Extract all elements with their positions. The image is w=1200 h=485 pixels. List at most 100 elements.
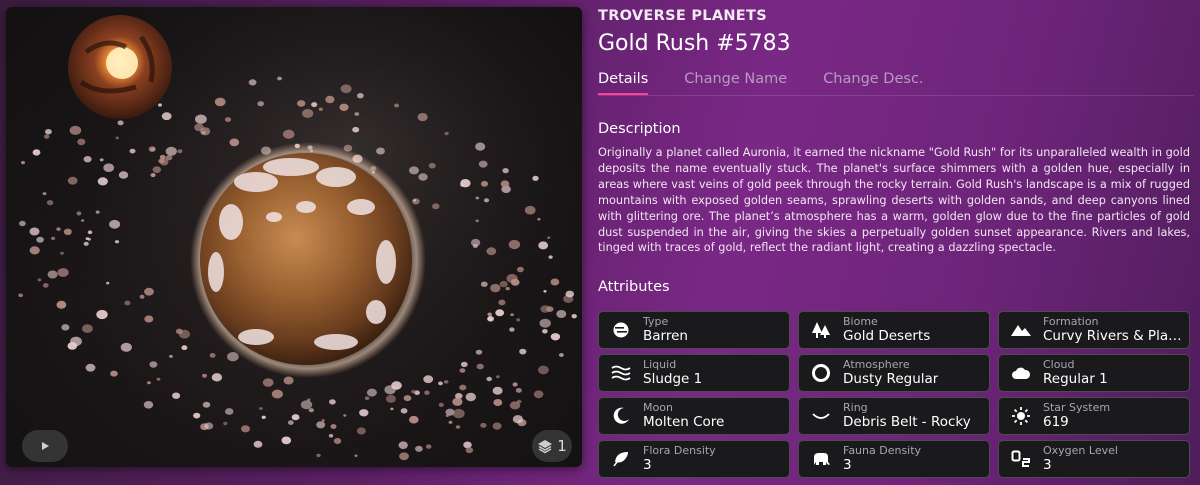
debris-rock [492,422,502,430]
debris-rock [283,376,294,385]
description-text: Originally a planet called Auronia, it e… [598,146,1190,255]
debris-rock [262,378,274,387]
debris-rock [460,361,468,368]
debris-rock [118,171,129,179]
tab-bar: Details Change Name Change Desc. [598,71,960,97]
attribute-label: Moon [643,401,673,414]
debris-rock [409,166,419,175]
attribute-value: 619 [1043,414,1069,430]
debris-rock [475,196,480,200]
debris-rock [486,247,497,256]
debris-rock [411,389,416,394]
debris-rock [391,381,402,390]
debris-rock [455,425,461,429]
debris-rock [202,401,211,408]
debris-rock [460,179,471,188]
attribute-value: Molten Core [643,414,725,430]
tab-change-name[interactable]: Change Name [684,71,787,95]
debris-rock [443,380,449,384]
debris-rock [492,386,503,395]
debris-rock [311,102,318,108]
debris-rock [432,203,440,210]
debris-rock [161,112,172,121]
debris-rock [97,177,108,186]
debris-rock [330,424,337,429]
debris-rock [475,349,483,355]
debris-rock [515,388,522,393]
debris-rock [300,400,313,410]
debris-rock [114,240,120,244]
debris-rock [356,427,366,435]
debris-rock [81,219,85,222]
debris-rock [366,388,377,397]
debris-rock [502,168,509,174]
debris-rock [253,440,263,448]
debris-rock [417,113,428,122]
attribute-card-biome: Biome Gold Deserts [798,311,990,349]
debris-rock [487,312,493,317]
tabs-divider [598,95,1194,96]
attribute-card-formation: Formation Curvy Rivers & Plat… [998,311,1190,349]
debris-rock [510,278,520,286]
debris-rock [512,382,518,387]
planet-media-viewer[interactable]: 1 [6,7,582,467]
tab-details[interactable]: Details [598,71,649,95]
debris-rock [158,103,162,107]
debris-rock [150,173,156,178]
cloud-icon [999,355,1043,391]
debris-rock [229,138,240,147]
planet-type-icon [599,312,643,348]
debris-rock [175,328,183,334]
attribute-label: Type [643,315,669,328]
debris-rock [359,409,369,417]
play-button[interactable] [22,430,68,462]
debris-rock [480,180,489,187]
debris-rock [259,407,263,410]
debris-rock [354,112,360,116]
attribute-card-flora-density: Flora Density 3 [598,440,790,478]
tab-change-desc[interactable]: Change Desc. [823,71,923,95]
debris-rock [321,419,325,422]
debris-rock [532,175,539,181]
attribute-value: Dusty Regular [843,371,939,387]
layers-button[interactable]: 1 [532,430,572,462]
debris-rock [364,396,370,401]
attribute-value: 3 [643,457,652,473]
debris-rock [103,163,115,172]
debris-rock [261,415,266,419]
debris-rock [56,227,61,231]
atmosphere-ring-icon [799,355,843,391]
debris-rock [333,438,342,444]
debris-rock [480,281,488,287]
debris-rock [516,266,524,273]
trees-icon [799,312,843,348]
debris-rock [106,281,110,285]
debris-rock [403,395,412,402]
debris-rock [57,268,69,277]
debris-rock [143,401,154,409]
debris-rock [559,353,564,357]
sun-icon [999,398,1043,434]
debris-rock [120,342,132,352]
debris-rock [354,454,358,457]
debris-rock [394,103,400,108]
debris-rock [538,365,549,375]
debris-rock [156,377,161,381]
debris-rock [211,373,223,382]
debris-rock [158,158,165,164]
attribute-value: Barren [643,328,688,344]
debris-rock [459,384,467,391]
debris-rock [144,287,154,296]
page-title: Gold Rush #5783 [598,31,791,56]
debris-rock [42,283,49,288]
debris-rock [149,361,158,368]
leaf-icon [599,441,643,477]
debris-rock [547,236,551,239]
collection-name[interactable]: TROVERSE PLANETS [598,8,767,24]
debris-rock [465,447,474,454]
attribute-card-cloud: Cloud Regular 1 [998,354,1190,392]
attribute-value: Sludge 1 [643,371,703,387]
debris-rock [400,408,408,414]
debris-rock [444,131,449,136]
debris-rock [297,100,306,107]
